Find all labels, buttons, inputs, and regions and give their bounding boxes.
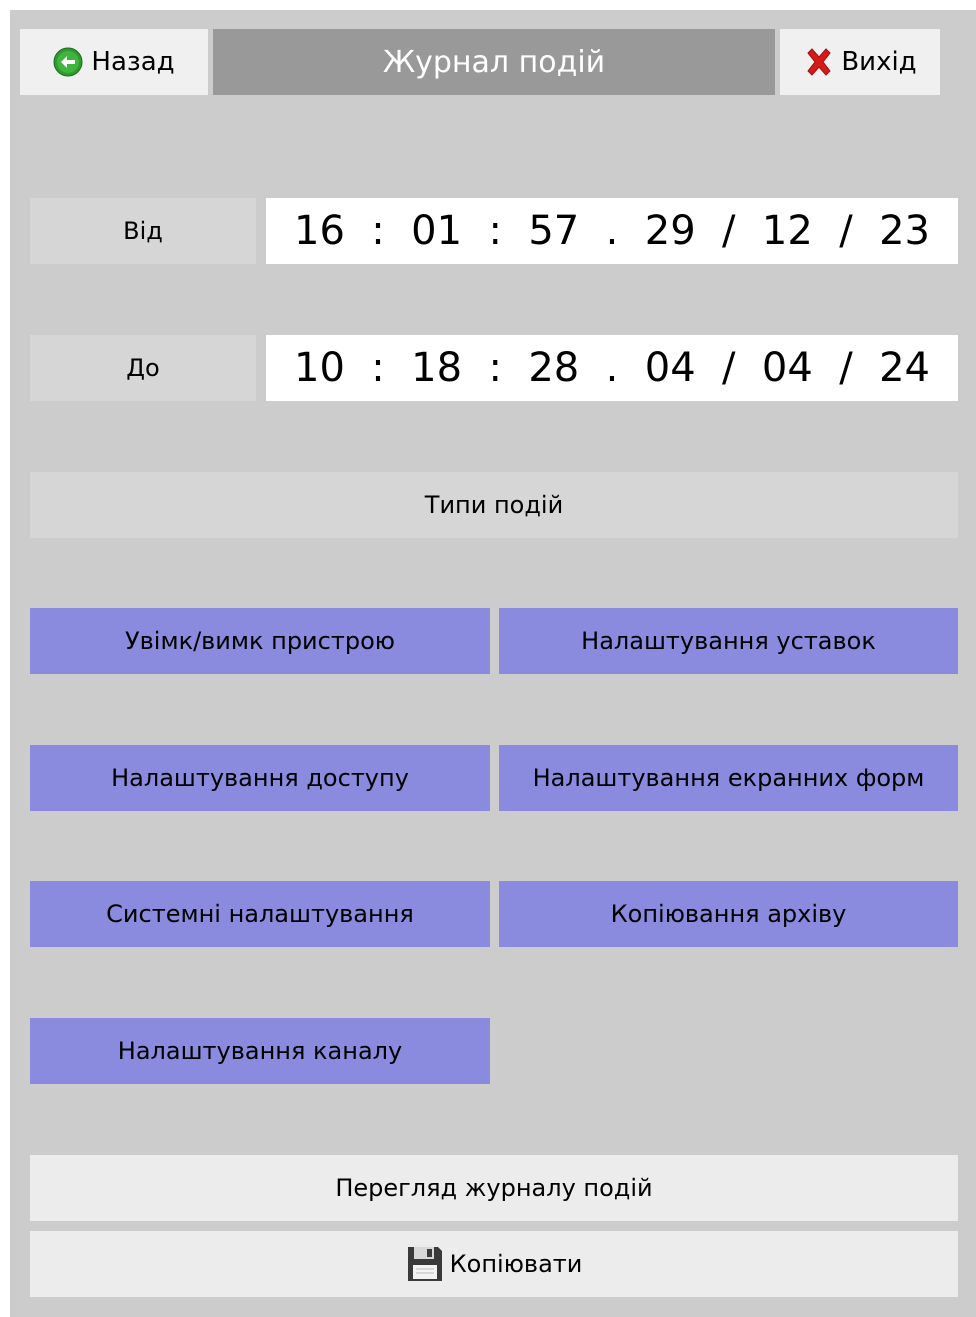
to-year[interactable]: 24 (879, 345, 930, 391)
to-minutes[interactable]: 18 (411, 345, 462, 391)
event-type-label: Копіювання архіву (610, 900, 847, 928)
time-separator: : (371, 208, 385, 254)
event-type-label: Налаштування уставок (581, 627, 876, 655)
from-minutes[interactable]: 01 (411, 208, 462, 254)
from-label: Від (30, 198, 256, 264)
date-separator: / (722, 345, 736, 391)
event-type-power-button[interactable]: Увімк/вимк пристрою (30, 608, 490, 674)
event-type-label: Системні налаштування (106, 900, 414, 928)
time-separator: : (371, 345, 385, 391)
time-separator: : (488, 345, 502, 391)
event-type-label: Налаштування доступу (111, 764, 409, 792)
event-log-panel: Назад Журнал подій Вихід Від 16 : 01 : 5… (10, 10, 976, 1317)
from-datetime-field[interactable]: 16 : 01 : 57 . 29 / 12 / 23 (266, 198, 958, 264)
event-type-system-button[interactable]: Системні налаштування (30, 881, 490, 947)
from-day[interactable]: 29 (645, 208, 696, 254)
page-title: Журнал подій (213, 29, 775, 95)
back-button[interactable]: Назад (20, 29, 208, 95)
to-label-text: До (126, 354, 160, 382)
to-month[interactable]: 04 (762, 345, 813, 391)
from-label-text: Від (123, 217, 163, 245)
date-separator: / (839, 345, 853, 391)
event-type-access-button[interactable]: Налаштування доступу (30, 745, 490, 811)
to-datetime-field[interactable]: 10 : 18 : 28 . 04 / 04 / 24 (266, 335, 958, 401)
event-types-header: Типи подій (30, 472, 958, 538)
event-type-label: Налаштування екранних форм (532, 764, 925, 792)
exit-button[interactable]: Вихід (780, 29, 940, 95)
floppy-disk-icon (406, 1245, 444, 1283)
datetime-separator: . (605, 208, 619, 254)
datetime-separator: . (605, 345, 619, 391)
from-year[interactable]: 23 (879, 208, 930, 254)
to-label: До (30, 335, 256, 401)
event-type-archive-copy-button[interactable]: Копіювання архіву (499, 881, 958, 947)
event-type-screen-forms-button[interactable]: Налаштування екранних форм (499, 745, 958, 811)
event-type-channel-button[interactable]: Налаштування каналу (30, 1018, 490, 1084)
view-event-log-label: Перегляд журналу подій (335, 1174, 653, 1202)
event-types-header-text: Типи подій (424, 491, 564, 519)
from-seconds[interactable]: 57 (528, 208, 579, 254)
from-month[interactable]: 12 (762, 208, 813, 254)
time-separator: : (488, 208, 502, 254)
back-label: Назад (91, 47, 175, 77)
red-x-icon (803, 46, 835, 78)
view-event-log-button[interactable]: Перегляд журналу подій (30, 1155, 958, 1221)
copy-button[interactable]: Копіювати (30, 1231, 958, 1297)
date-separator: / (839, 208, 853, 254)
to-seconds[interactable]: 28 (528, 345, 579, 391)
page-title-text: Журнал подій (382, 44, 606, 80)
event-type-label: Увімк/вимк пристрою (125, 627, 395, 655)
event-type-label: Налаштування каналу (117, 1037, 403, 1065)
to-day[interactable]: 04 (645, 345, 696, 391)
copy-label: Копіювати (449, 1250, 583, 1278)
to-hours[interactable]: 10 (294, 345, 345, 391)
arrow-left-circle-icon (53, 47, 83, 77)
from-hours[interactable]: 16 (294, 208, 345, 254)
date-separator: / (722, 208, 736, 254)
event-type-setpoints-button[interactable]: Налаштування уставок (499, 608, 958, 674)
exit-label: Вихід (841, 47, 917, 77)
